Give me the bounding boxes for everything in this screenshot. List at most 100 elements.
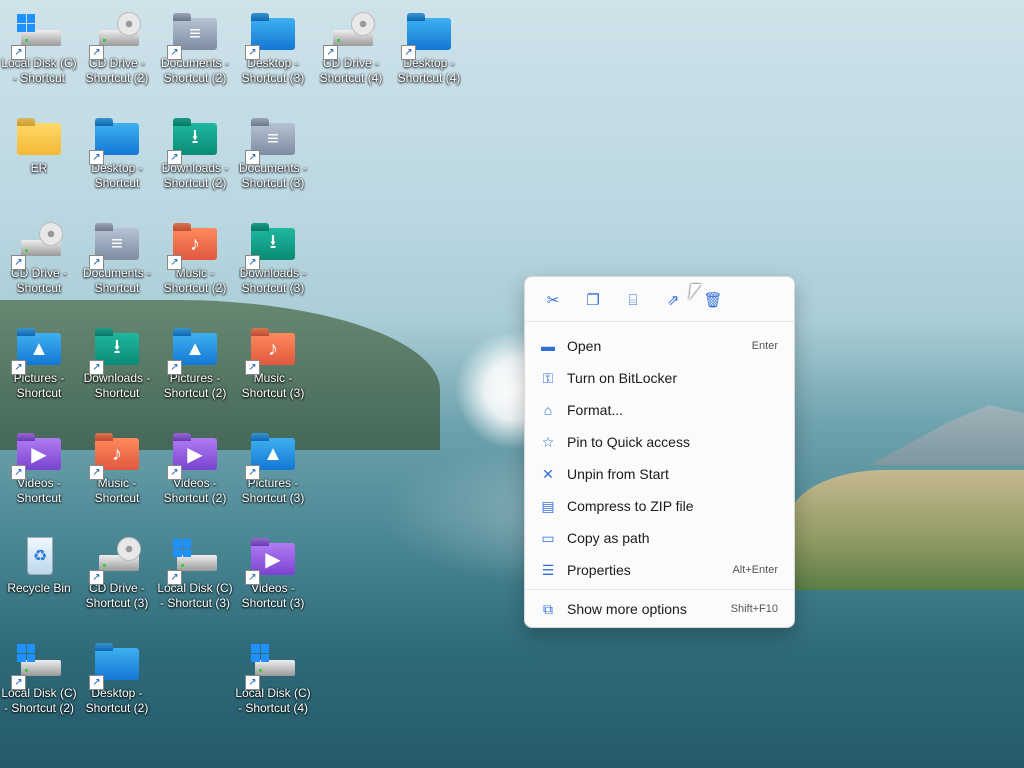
copy-icon: ❐	[586, 292, 600, 309]
desktop-icon-glyph: ▲ ↗	[167, 327, 219, 375]
shortcut-arrow-icon: ↗	[11, 45, 26, 60]
desktop-icon-glyph: ≡ ↗	[89, 222, 141, 270]
desktop-icon-glyph: ↗	[89, 537, 141, 585]
desktop-icon[interactable]: ▲ ↗ Pictures - Shortcut	[0, 321, 78, 421]
desktop-icon-label: Videos - Shortcut (3)	[241, 581, 305, 610]
desktop-icon[interactable]: ↗ CD Drive - Shortcut	[0, 216, 78, 316]
desktop-icon[interactable]: ↗ Desktop - Shortcut	[78, 111, 156, 211]
desktop-icon-label: Downloads - Shortcut (2)	[161, 161, 229, 190]
folder-icon	[17, 123, 61, 155]
windows-logo-icon	[173, 539, 191, 557]
desktop-icon-glyph: ↗	[11, 222, 63, 270]
desktop-icon[interactable]: ↗ CD Drive - Shortcut (3)	[78, 531, 156, 631]
rename-button[interactable]: ⌸	[619, 289, 647, 311]
key-icon: ⚿	[542, 369, 554, 386]
menu-item-pin-to-quick-access[interactable]: ☆ Pin to Quick access	[525, 426, 794, 458]
cd-disc-icon	[117, 12, 141, 36]
cut-button[interactable]: ✂	[539, 289, 567, 311]
desktop-icon-glyph: ↗	[89, 642, 141, 690]
desktop-icon-label: Music - Shortcut (3)	[241, 371, 305, 400]
shortcut-arrow-icon: ↗	[167, 45, 182, 60]
desktop-icon[interactable]: ↗ Local Disk (C) - Shortcut (2)	[0, 636, 78, 736]
desktop-icon-glyph: ▶ ↗	[11, 432, 63, 480]
cd-disc-icon	[117, 537, 141, 561]
shortcut-arrow-icon: ↗	[167, 465, 182, 480]
desktop-icon-label: Desktop - Shortcut (4)	[397, 56, 461, 85]
menu-item-compress-to-zip-file[interactable]: ▤ Compress to ZIP file	[525, 490, 794, 522]
desktop-icon-glyph: ⭳ ↗	[89, 327, 141, 375]
menu-item-open[interactable]: ▬ Open Enter	[525, 330, 794, 362]
shortcut-arrow-icon: ↗	[245, 45, 260, 60]
menu-item-properties[interactable]: ☰ Properties Alt+Enter	[525, 554, 794, 586]
menu-item-format[interactable]: ⌂ Format...	[525, 394, 794, 426]
desktop-icon[interactable]: ♪ ↗ Music - Shortcut	[78, 426, 156, 526]
shortcut-arrow-icon: ↗	[245, 255, 260, 270]
desktop-icon[interactable]: ↗ Desktop - Shortcut (3)	[234, 6, 312, 106]
desktop-icon-label: Documents - Shortcut (2)	[160, 56, 230, 85]
desktop-icon[interactable]: ≡ ↗ Documents - Shortcut (2)	[156, 6, 234, 106]
desktop-icon-label: Music - Shortcut	[94, 476, 140, 505]
desktop-icon[interactable]: ≡ ↗ Documents - Shortcut	[78, 216, 156, 316]
shortcut-arrow-icon: ↗	[245, 360, 260, 375]
desktop-icon-label: CD Drive - Shortcut (3)	[85, 581, 149, 610]
desktop-icon[interactable]: ⭳ ↗ Downloads - Shortcut (2)	[156, 111, 234, 211]
desktop-icon-label: Downloads - Shortcut (3)	[239, 266, 307, 295]
desktop-icon[interactable]: ↗ Desktop - Shortcut (2)	[78, 636, 156, 736]
desktop-icon[interactable]: ↗ Desktop - Shortcut (4)	[390, 6, 468, 106]
menu-item-unpin-from-start[interactable]: ✕ Unpin from Start	[525, 458, 794, 490]
desktop-icon[interactable]: ↗ CD Drive - Shortcut (2)	[78, 6, 156, 106]
desktop-icon[interactable]: ▲ ↗ Pictures - Shortcut (2)	[156, 321, 234, 421]
shortcut-arrow-icon: ↗	[167, 360, 182, 375]
more-options-icon: ⧉	[543, 600, 553, 617]
desktop-icon[interactable]: ▶ ↗ Videos - Shortcut	[0, 426, 78, 526]
desktop-icon-label: Documents - Shortcut (3)	[238, 161, 308, 190]
format-icon: ⌂	[543, 402, 553, 418]
menu-item-turn-on-bitlocker[interactable]: ⚿ Turn on BitLocker	[525, 362, 794, 394]
menu-item-label: Turn on BitLocker	[567, 370, 677, 386]
share-button[interactable]: ⇗	[659, 289, 687, 311]
shortcut-arrow-icon: ↗	[89, 465, 104, 480]
desktop-icon[interactable]: ♪ ↗ Music - Shortcut (2)	[156, 216, 234, 316]
desktop-icon-label: CD Drive - Shortcut (2)	[85, 56, 149, 85]
menu-item-copy-as-path[interactable]: ▭ Copy as path	[525, 522, 794, 554]
menu-item-show-more-options[interactable]: ⧉ Show more options Shift+F10	[525, 593, 794, 625]
desktop-icon-glyph: ↗	[11, 642, 63, 690]
desktop-icon-glyph: ♪ ↗	[167, 222, 219, 270]
delete-button[interactable]: 🗑	[699, 289, 727, 311]
star-icon: ☆	[541, 433, 555, 450]
desktop-icon-glyph: ↗	[167, 537, 219, 585]
desktop-icon[interactable]: ▶ ↗ Videos - Shortcut (3)	[234, 531, 312, 631]
desktop-icon[interactable]: ER	[0, 111, 78, 211]
desktop-icon[interactable]: ♪ ↗ Music - Shortcut (3)	[234, 321, 312, 421]
windows-logo-icon	[17, 644, 35, 662]
windows-logo-icon	[17, 14, 35, 32]
desktop-icon[interactable]: ↗ Local Disk (C) - Shortcut (4)	[234, 636, 312, 736]
desktop-icon[interactable]: ⭳ ↗ Downloads - Shortcut	[78, 321, 156, 421]
desktop-icon-label: Local Disk (C) - Shortcut (3)	[157, 581, 233, 610]
trash-icon: 🗑	[703, 292, 723, 309]
menu-item-label: Pin to Quick access	[567, 434, 690, 450]
shortcut-arrow-icon: ↗	[401, 45, 416, 60]
desktop-icon-glyph: ≡ ↗	[245, 117, 297, 165]
shortcut-arrow-icon: ↗	[167, 150, 182, 165]
desktop-icon[interactable]: ↗ CD Drive - Shortcut (4)	[312, 6, 390, 106]
desktop-icon-label: CD Drive - Shortcut	[11, 266, 67, 295]
desktop-icon-label: Documents - Shortcut	[82, 266, 152, 295]
desktop-icon-label: Local Disk (C) - Shortcut	[1, 56, 77, 85]
desktop-icon[interactable]: ▶ ↗ Videos - Shortcut (2)	[156, 426, 234, 526]
desktop-icon-label: Pictures - Shortcut (3)	[241, 476, 305, 505]
desktop-icon[interactable]: ♻ Recycle Bin	[0, 531, 78, 631]
desktop-icon[interactable]: ≡ ↗ Documents - Shortcut (3)	[234, 111, 312, 211]
shortcut-arrow-icon: ↗	[11, 465, 26, 480]
desktop-icon[interactable]: ⭳ ↗ Downloads - Shortcut (3)	[234, 216, 312, 316]
copy-button[interactable]: ❐	[579, 289, 607, 311]
drive-icon	[21, 660, 61, 676]
desktop-icon-glyph: ↗	[245, 12, 297, 60]
desktop-icon-glyph: ↗	[401, 12, 453, 60]
desktop-icon[interactable]: ▲ ↗ Pictures - Shortcut (3)	[234, 426, 312, 526]
menu-item-label: Unpin from Start	[567, 466, 669, 482]
desktop-icon[interactable]: ↗ Local Disk (C) - Shortcut (3)	[156, 531, 234, 631]
desktop-icon-glyph: ⭳ ↗	[245, 222, 297, 270]
wallpaper-mountain	[870, 405, 1024, 465]
desktop-icon[interactable]: ↗ Local Disk (C) - Shortcut	[0, 6, 78, 106]
